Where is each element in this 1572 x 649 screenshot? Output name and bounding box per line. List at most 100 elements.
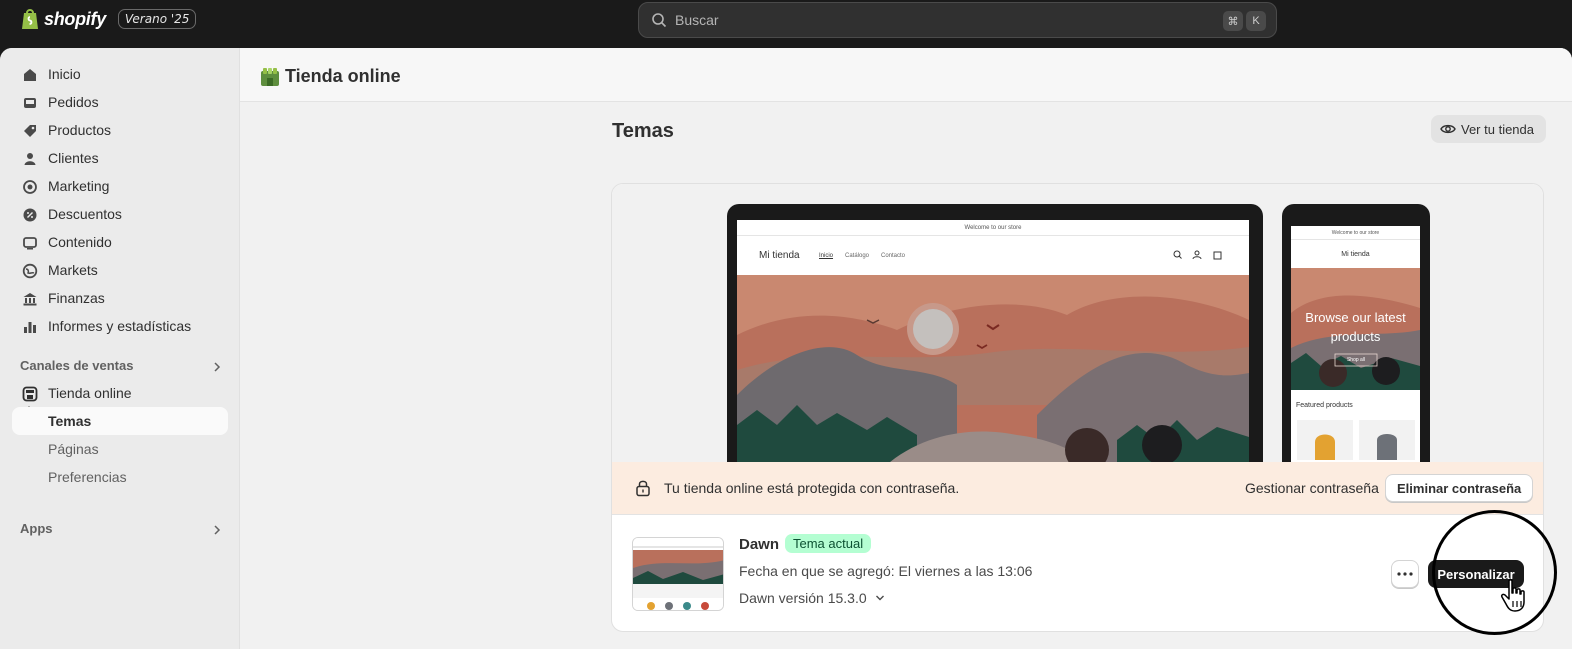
chevron-right-icon[interactable] bbox=[212, 525, 222, 535]
sidebar-item-label: Tienda online bbox=[48, 385, 132, 401]
content-icon bbox=[23, 237, 37, 250]
sidebar-item-label: Páginas bbox=[48, 441, 99, 457]
mobile-store-name: Mi tienda bbox=[1341, 251, 1370, 258]
current-theme-row: Dawn Tema actual Fecha en que se agregó:… bbox=[612, 514, 1543, 631]
logo-text: shopify bbox=[44, 8, 106, 29]
mobile-announcement: Welcome to our store bbox=[1291, 226, 1420, 240]
search-placeholder: Buscar bbox=[675, 12, 719, 28]
bank-icon bbox=[23, 293, 37, 306]
view-store-label: Ver tu tienda bbox=[1461, 121, 1534, 137]
ellipsis-icon bbox=[1397, 572, 1413, 576]
sidebar-item-label: Descuentos bbox=[48, 206, 122, 222]
sidebar-item-label: Informes y estadísticas bbox=[48, 318, 192, 334]
hero-illustration bbox=[737, 275, 1249, 462]
sidebar-item-finanzas[interactable]: Finanzas bbox=[12, 284, 228, 312]
theme-name: Dawn bbox=[739, 536, 780, 553]
chevron-right-icon[interactable] bbox=[212, 362, 222, 372]
preview-nav-catalogo: Catálogo bbox=[845, 253, 870, 259]
preview-store-name: Mi tienda bbox=[759, 250, 800, 261]
theme-card: Welcome to our store Mi tienda Inicio Ca… bbox=[611, 183, 1544, 632]
sidebar-item-descuentos[interactable]: Descuentos bbox=[12, 200, 228, 228]
store-icon bbox=[22, 386, 38, 402]
sidebar-item-informes[interactable]: Informes y estadísticas bbox=[12, 312, 228, 340]
sidebar-item-label: Finanzas bbox=[48, 290, 105, 306]
sidebar-item-label: Preferencias bbox=[48, 469, 127, 485]
page-title-text: Tienda online bbox=[285, 66, 401, 86]
globe-icon bbox=[22, 263, 38, 279]
discount-icon bbox=[23, 208, 37, 222]
search-icon bbox=[652, 13, 667, 28]
sidebar-item-clientes[interactable]: Clientes bbox=[12, 144, 228, 172]
sidebar-item-contenido[interactable]: Contenido bbox=[12, 228, 228, 256]
mobile-product-thumbs bbox=[1297, 420, 1415, 460]
password-notice-text: Tu tienda online está protegida con cont… bbox=[664, 480, 960, 496]
remove-password-button[interactable]: Eliminar contraseña bbox=[1385, 474, 1534, 502]
apps-heading: Apps bbox=[20, 521, 53, 536]
sidebar-item-label: Pedidos bbox=[48, 94, 99, 110]
search-bar[interactable]: Buscar ⌘ K bbox=[638, 2, 1277, 38]
person-icon bbox=[24, 153, 36, 165]
desktop-preview: Welcome to our store Mi tienda Inicio Ca… bbox=[727, 204, 1263, 462]
sidebar-item-tienda-online[interactable]: Tienda online bbox=[12, 379, 228, 407]
lock-icon bbox=[636, 480, 650, 497]
sales-channels-heading: Canales de ventas bbox=[20, 358, 134, 373]
content-header: Tienda online bbox=[240, 48, 1572, 102]
sidebar-item-label: Markets bbox=[48, 262, 98, 278]
click-highlight-ring bbox=[1432, 510, 1557, 635]
sidebar-item-productos[interactable]: Productos bbox=[12, 116, 228, 144]
preview-header-icons bbox=[1173, 250, 1222, 260]
chevron-down-icon bbox=[875, 595, 884, 601]
eye-icon bbox=[1440, 124, 1456, 134]
desktop-screen: Welcome to our store Mi tienda Inicio Ca… bbox=[737, 220, 1249, 462]
hand-cursor-icon bbox=[1501, 579, 1525, 612]
shortcut-key-k: K bbox=[1246, 11, 1266, 31]
shopify-logo[interactable]: shopify Verano '25 bbox=[20, 8, 197, 30]
sidebar-item-inicio[interactable]: Inicio bbox=[12, 60, 228, 88]
mobile-hero-text: Browse our latest products bbox=[1305, 310, 1406, 344]
current-theme-badge: Tema actual bbox=[785, 534, 872, 553]
theme-preview[interactable]: Welcome to our store Mi tienda Inicio Ca… bbox=[612, 184, 1543, 462]
top-bar: shopify Verano '25 Buscar ⌘ K bbox=[0, 0, 1572, 48]
section-title: Temas bbox=[612, 120, 674, 142]
mobile-hero-button: Shop all bbox=[1346, 357, 1366, 363]
tag-icon bbox=[24, 125, 36, 137]
sidebar-item-label: Productos bbox=[48, 122, 112, 138]
theme-version-toggle[interactable]: Dawn versión 15.3.0 bbox=[739, 590, 885, 606]
sidebar-item-marketing[interactable]: Marketing bbox=[12, 172, 228, 200]
season-badge[interactable]: Verano '25 bbox=[117, 9, 197, 29]
sidebar-item-temas[interactable]: Temas bbox=[12, 407, 228, 435]
sidebar-item-paginas[interactable]: Páginas bbox=[12, 435, 228, 463]
sidebar-item-pedidos[interactable]: Pedidos bbox=[12, 88, 228, 116]
view-store-button[interactable]: Ver tu tienda bbox=[1431, 115, 1546, 143]
sidebar: Inicio Pedidos Productos Clientes Market… bbox=[0, 48, 240, 649]
preview-nav-contacto: Contacto bbox=[881, 253, 906, 259]
mobile-screen: Welcome to our store Mi tienda Browse ou… bbox=[1291, 226, 1420, 462]
target-icon bbox=[23, 180, 37, 194]
announcement-bar: Welcome to our store bbox=[737, 220, 1249, 236]
inbox-icon bbox=[24, 98, 36, 108]
password-notice: Tu tienda online está protegida con cont… bbox=[612, 462, 1543, 514]
theme-thumbnail-image bbox=[633, 538, 723, 610]
main-area: Inicio Pedidos Productos Clientes Market… bbox=[0, 48, 1572, 649]
theme-thumbnail[interactable] bbox=[632, 537, 724, 611]
sidebar-item-label: Contenido bbox=[48, 234, 112, 250]
mobile-preview: Welcome to our store Mi tienda Browse ou… bbox=[1282, 204, 1430, 462]
theme-version: Dawn versión 15.3.0 bbox=[739, 590, 867, 606]
mobile-featured-heading: Featured products bbox=[1296, 402, 1353, 409]
sidebar-item-label: Clientes bbox=[48, 150, 99, 166]
sidebar-item-label: Temas bbox=[48, 413, 92, 429]
sidebar-item-preferencias[interactable]: Preferencias bbox=[12, 463, 228, 491]
more-actions-button[interactable] bbox=[1391, 560, 1419, 588]
shopify-bag-icon bbox=[22, 9, 38, 29]
manage-password-link[interactable]: Gestionar contraseña bbox=[1245, 480, 1379, 496]
sidebar-item-markets[interactable]: Markets bbox=[12, 256, 228, 284]
content-area: Tienda online Temas Ver tu tienda Welcom… bbox=[240, 48, 1572, 649]
page-title: Tienda online bbox=[260, 66, 401, 87]
shortcut-key-cmd: ⌘ bbox=[1223, 11, 1243, 31]
sidebar-item-label: Marketing bbox=[48, 178, 110, 194]
home-icon bbox=[24, 69, 36, 81]
store-green-icon bbox=[261, 67, 279, 86]
theme-added-date: Fecha en que se agregó: El viernes a las… bbox=[739, 563, 1033, 579]
sidebar-item-label: Inicio bbox=[48, 66, 81, 82]
chart-bar-icon bbox=[24, 322, 36, 333]
